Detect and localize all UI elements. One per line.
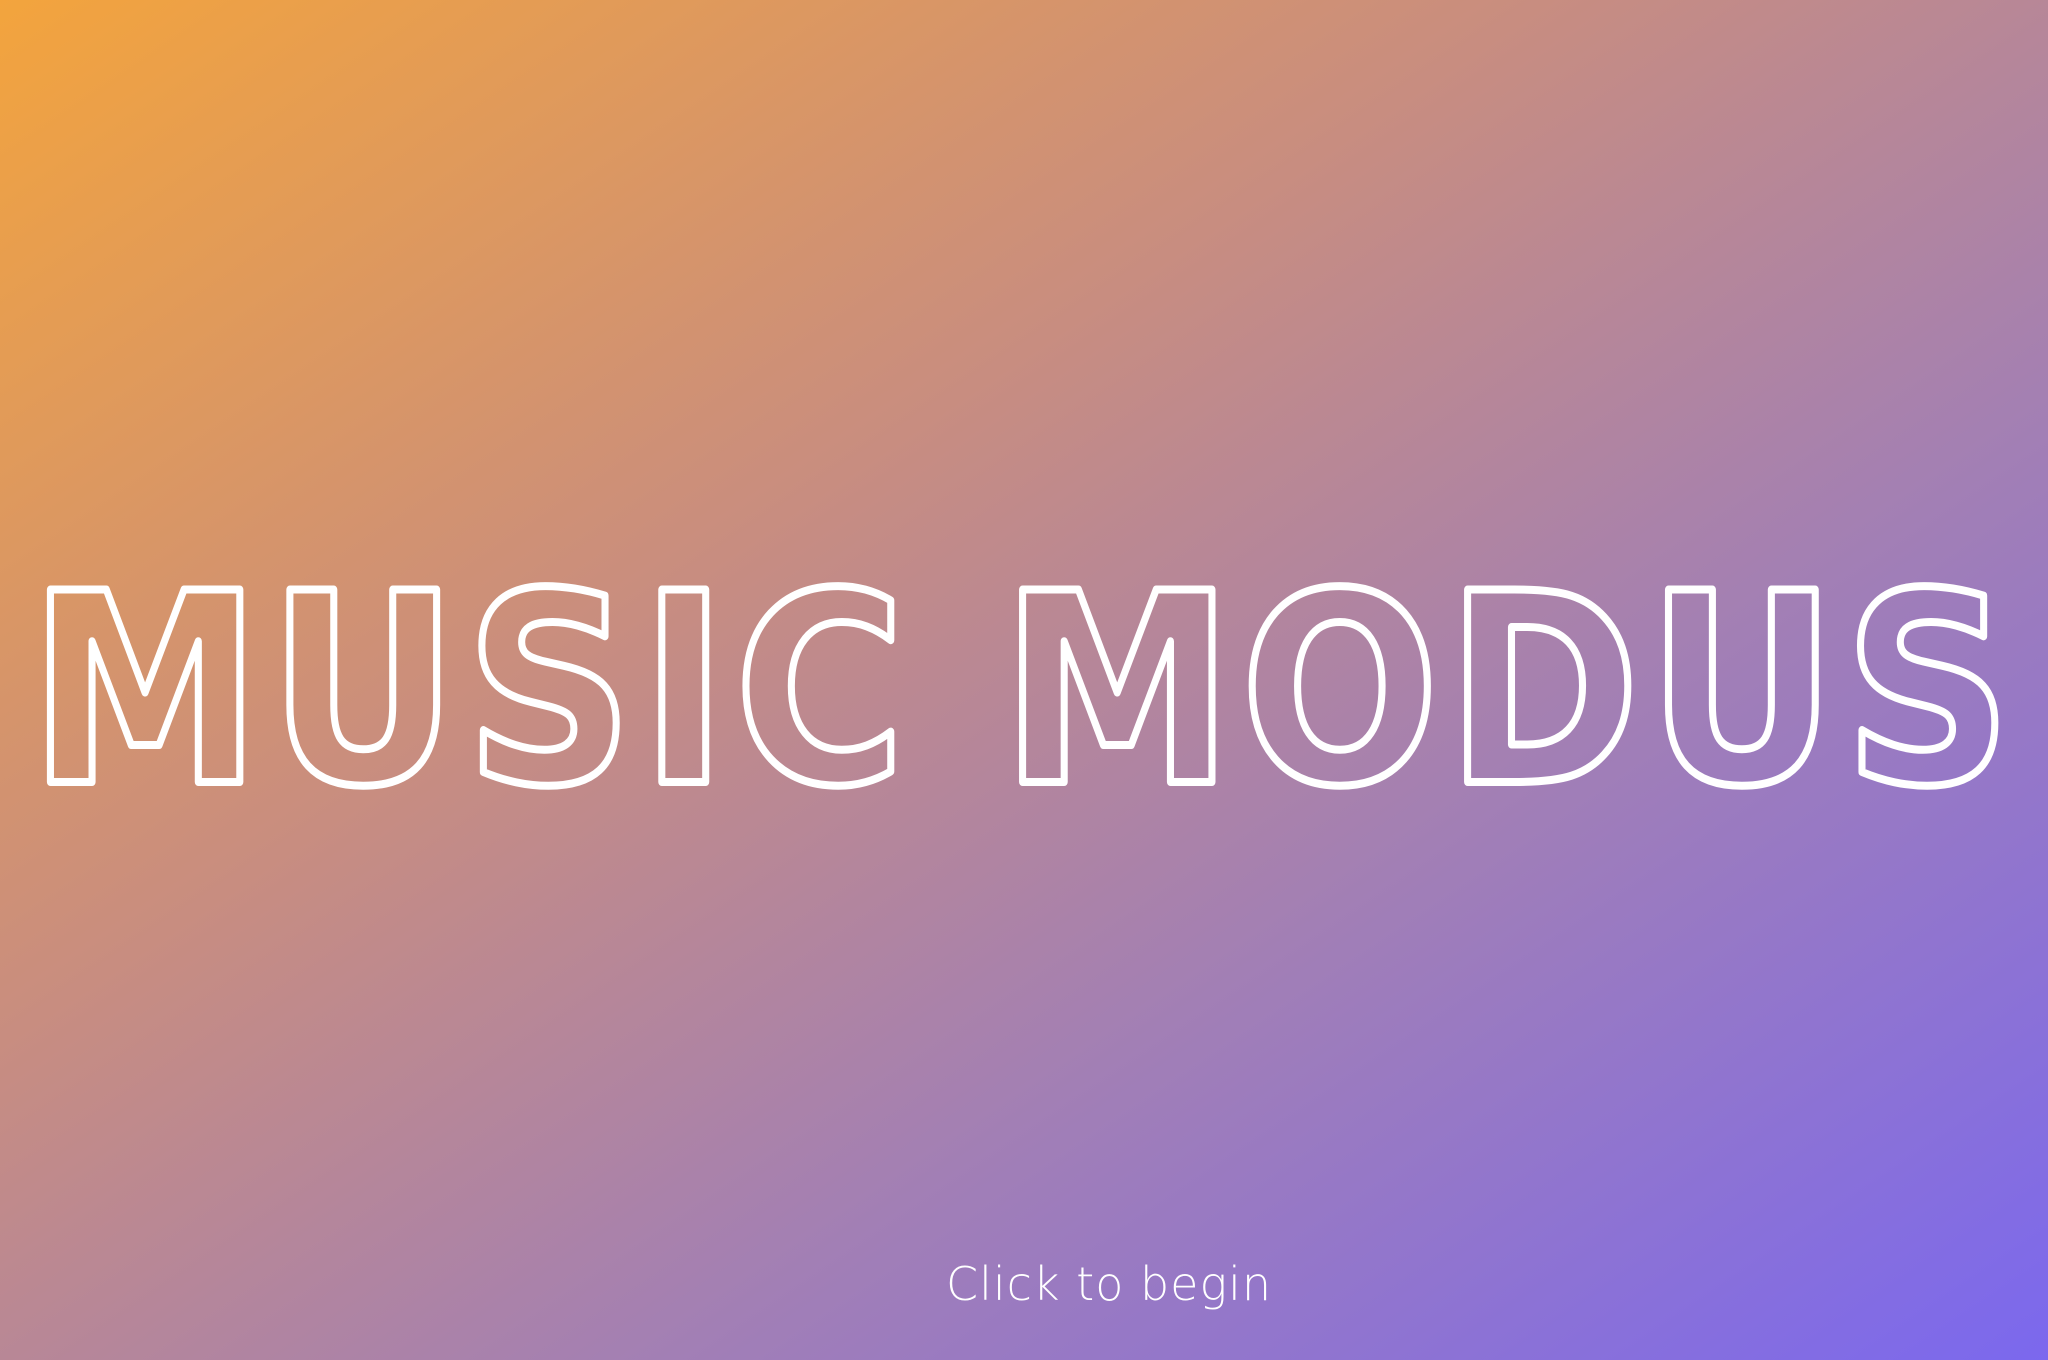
title-logo: MUSIC MODUS (25, 534, 2019, 849)
app-title: MUSIC MODUS (29, 538, 2019, 845)
splash-screen[interactable]: MUSIC MODUS Click to begin (0, 0, 2048, 1360)
click-to-begin-button[interactable]: Click to begin (874, 1250, 1344, 1318)
title-container: MUSIC MODUS (0, 500, 2048, 860)
